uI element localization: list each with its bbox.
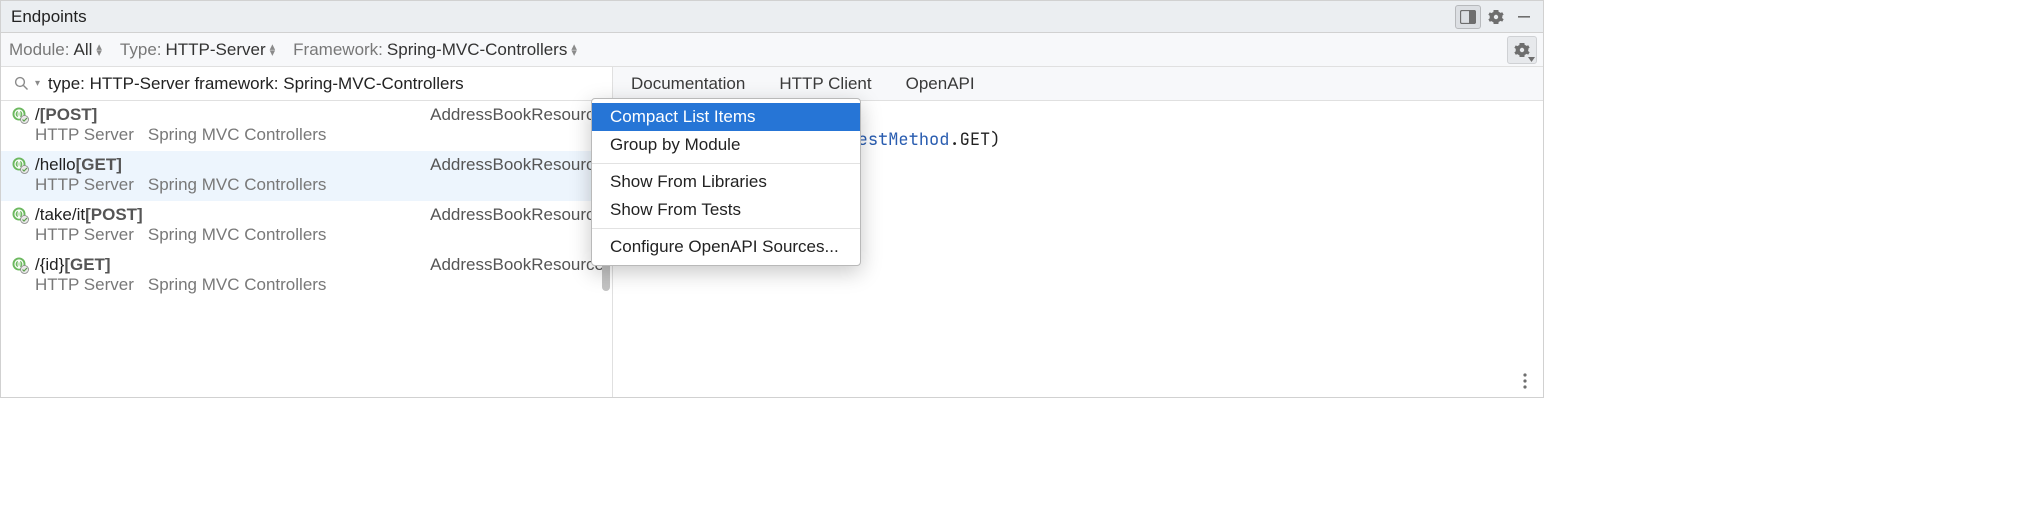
layout-toggle-icon[interactable] xyxy=(1455,5,1481,29)
endpoint-icon xyxy=(11,206,29,224)
endpoint-resource: AddressBookResource xyxy=(430,105,604,125)
endpoint-row[interactable]: /take/it [POST]AddressBookResourceHTTP S… xyxy=(1,201,612,251)
popup-separator xyxy=(592,228,860,229)
detail-tab[interactable]: OpenAPI xyxy=(906,74,975,94)
search-input[interactable] xyxy=(46,73,604,95)
view-options-gear-button[interactable] xyxy=(1507,36,1537,64)
popup-item[interactable]: Group by Module xyxy=(592,131,860,159)
popup-item[interactable]: Compact List Items xyxy=(592,103,860,131)
detail-tab[interactable]: Documentation xyxy=(631,74,745,94)
popup-item[interactable]: Show From Libraries xyxy=(592,168,860,196)
endpoint-icon xyxy=(11,106,29,124)
type-filter[interactable]: Type: HTTP-Server ▴▾ xyxy=(120,40,275,60)
view-options-popup: Compact List ItemsGroup by Module Show Fr… xyxy=(591,98,861,266)
popup-item[interactable]: Configure OpenAPI Sources... xyxy=(592,233,860,261)
tool-window-title-bar: Endpoints xyxy=(1,1,1543,33)
endpoint-icon xyxy=(11,156,29,174)
endpoint-framework: Spring MVC Controllers xyxy=(148,225,327,245)
endpoint-path: /take/it xyxy=(35,205,85,225)
endpoint-subinfo: HTTP Server Spring MVC Controllers xyxy=(35,225,604,245)
search-row: ▾ xyxy=(1,67,612,101)
endpoint-server: HTTP Server xyxy=(35,125,134,145)
type-filter-value: HTTP-Server xyxy=(166,40,266,60)
endpoint-framework: Spring MVC Controllers xyxy=(148,175,327,195)
endpoint-method: [POST] xyxy=(40,105,98,125)
endpoint-framework: Spring MVC Controllers xyxy=(148,275,327,295)
endpoint-row[interactable]: /hello [GET]AddressBookResourceHTTP Serv… xyxy=(1,151,612,201)
settings-gear-icon[interactable] xyxy=(1483,5,1509,29)
endpoint-icon xyxy=(11,256,29,274)
module-filter-value: All xyxy=(73,40,92,60)
endpoint-resource: AddressBookResource xyxy=(430,255,604,275)
endpoint-path: /hello xyxy=(35,155,76,175)
chevron-updown-icon: ▴▾ xyxy=(96,43,102,57)
endpoint-resource: AddressBookResource xyxy=(430,155,604,175)
chevron-down-icon[interactable]: ▾ xyxy=(35,78,40,89)
detail-tabs: Documentation HTTP Client OpenAPI xyxy=(613,67,1543,101)
code-tail: ) xyxy=(990,129,1000,151)
more-vert-icon[interactable] xyxy=(1513,369,1537,393)
endpoint-server: HTTP Server xyxy=(35,225,134,245)
framework-filter-label: Framework: xyxy=(293,40,383,60)
minimize-icon[interactable] xyxy=(1511,5,1537,29)
endpoint-path: /{id} xyxy=(35,255,64,275)
endpoint-server: HTTP Server xyxy=(35,175,134,195)
endpoint-method: [POST] xyxy=(85,205,143,225)
endpoint-method: [GET] xyxy=(76,155,122,175)
title-actions xyxy=(1455,5,1537,29)
filter-bar: Module: All ▴▾ Type: HTTP-Server ▴▾ Fram… xyxy=(1,33,1543,67)
endpoint-framework: Spring MVC Controllers xyxy=(148,125,327,145)
endpoint-row[interactable]: / [POST]AddressBookResourceHTTP ServerSp… xyxy=(1,101,612,151)
type-filter-label: Type: xyxy=(120,40,162,60)
detail-tab[interactable]: HTTP Client xyxy=(779,74,871,94)
code-method-val: .GET xyxy=(949,129,990,151)
tool-window-title: Endpoints xyxy=(11,7,87,27)
chevron-updown-icon: ▴▾ xyxy=(270,43,276,57)
endpoint-list[interactable]: / [POST]AddressBookResourceHTTP ServerSp… xyxy=(1,101,612,397)
endpoint-row[interactable]: /{id} [GET]AddressBookResourceHTTP Serve… xyxy=(1,251,612,301)
endpoint-subinfo: HTTP Server Spring MVC Controllers xyxy=(35,125,604,145)
module-filter[interactable]: Module: All ▴▾ xyxy=(9,40,102,60)
endpoint-resource: AddressBookResource xyxy=(430,205,604,225)
chevron-updown-icon: ▴▾ xyxy=(571,43,577,57)
search-icon[interactable] xyxy=(9,72,33,96)
popup-separator xyxy=(592,163,860,164)
module-filter-label: Module: xyxy=(9,40,69,60)
endpoint-subinfo: HTTP Server Spring MVC Controllers xyxy=(35,275,604,295)
endpoint-method: [GET] xyxy=(64,255,110,275)
endpoint-server: HTTP Server xyxy=(35,275,134,295)
popup-item[interactable]: Show From Tests xyxy=(592,196,860,224)
endpoint-subinfo: HTTP Server Spring MVC Controllers xyxy=(35,175,604,195)
framework-filter-value: Spring-MVC-Controllers xyxy=(387,40,567,60)
framework-filter[interactable]: Framework: Spring-MVC-Controllers ▴▾ xyxy=(293,40,577,60)
